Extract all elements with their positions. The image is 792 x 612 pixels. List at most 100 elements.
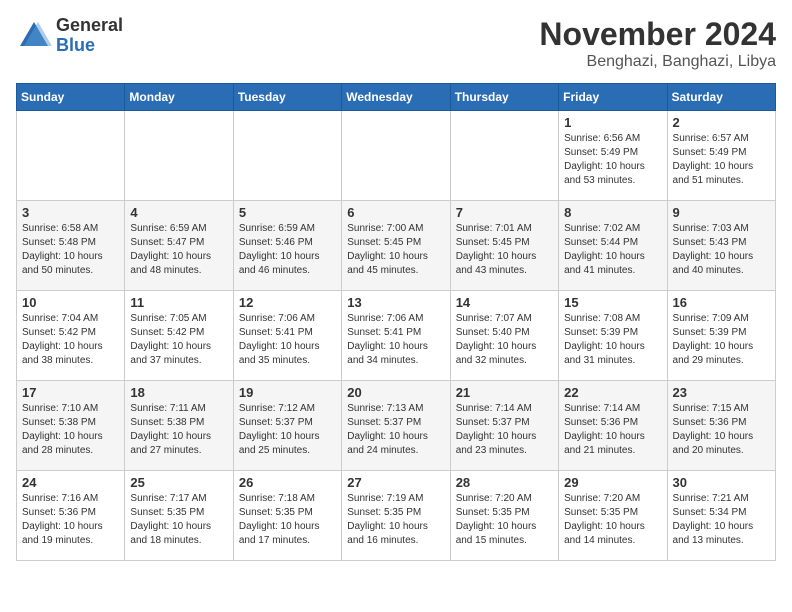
day-info: Sunrise: 7:03 AM Sunset: 5:43 PM Dayligh… [673,222,770,278]
day-info: Sunrise: 7:01 AM Sunset: 5:45 PM Dayligh… [456,222,553,278]
calendar-header-tuesday: Tuesday [233,84,341,111]
title-block: November 2024 Benghazi, Banghazi, Libya [539,16,776,71]
calendar-cell: 29Sunrise: 7:20 AM Sunset: 5:35 PM Dayli… [559,471,667,561]
day-info: Sunrise: 7:10 AM Sunset: 5:38 PM Dayligh… [22,402,119,458]
day-number: 12 [239,295,336,310]
day-number: 3 [22,205,119,220]
day-info: Sunrise: 6:59 AM Sunset: 5:47 PM Dayligh… [130,222,227,278]
calendar-cell: 24Sunrise: 7:16 AM Sunset: 5:36 PM Dayli… [17,471,125,561]
calendar-week-row: 1Sunrise: 6:56 AM Sunset: 5:49 PM Daylig… [17,111,776,201]
day-info: Sunrise: 7:00 AM Sunset: 5:45 PM Dayligh… [347,222,444,278]
calendar-cell: 21 Sunrise: 7:14 AM Sunset: 5:37 PM Dayli… [450,381,558,471]
day-number: 5 [239,205,336,220]
calendar-cell: 30 Sunrise: 7:21 AM Sunset: 5:34 PM Dayli… [667,471,775,561]
day-info: Sunrise: 7:20 AM Sunset: 5:35 PM Dayligh… [456,492,553,548]
calendar-cell: 2 Sunrise: 6:57 AM Sunset: 5:49 PM Daylig… [667,111,775,201]
day-info: Sunrise: 7:12 AM Sunset: 5:37 PM Dayligh… [239,402,336,458]
calendar-cell: 19 Sunrise: 7:12 AM Sunset: 5:37 PM Dayli… [233,381,341,471]
day-number: 4 [130,205,227,220]
calendar-cell: 13Sunrise: 7:06 AM Sunset: 5:41 PM Dayli… [342,291,450,381]
logo: General Blue [16,16,123,56]
calendar-header-wednesday: Wednesday [342,84,450,111]
day-info: Sunrise: 7:15 AM Sunset: 5:36 PM Dayligh… [673,402,770,458]
day-info: Sunrise: 6:58 AM Sunset: 5:48 PM Dayligh… [22,222,119,278]
day-number: 29 [564,475,661,490]
calendar-cell: 10 Sunrise: 7:04 AM Sunset: 5:42 PM Dayli… [17,291,125,381]
calendar-cell: 5 Sunrise: 6:59 AM Sunset: 5:46 PM Daylig… [233,201,341,291]
day-info: Sunrise: 7:13 AM Sunset: 5:37 PM Dayligh… [347,402,444,458]
day-number: 13 [347,295,444,310]
month-title: November 2024 [539,16,776,53]
calendar-cell [233,111,341,201]
calendar-cell: 22Sunrise: 7:14 AM Sunset: 5:36 PM Dayli… [559,381,667,471]
calendar-cell: 27 Sunrise: 7:19 AM Sunset: 5:35 PM Dayli… [342,471,450,561]
day-info: Sunrise: 7:09 AM Sunset: 5:39 PM Dayligh… [673,312,770,368]
calendar-cell [450,111,558,201]
day-number: 2 [673,115,770,130]
logo-icon [16,18,52,54]
day-number: 21 [456,385,553,400]
calendar-cell: 23Sunrise: 7:15 AM Sunset: 5:36 PM Dayli… [667,381,775,471]
calendar-week-row: 24Sunrise: 7:16 AM Sunset: 5:36 PM Dayli… [17,471,776,561]
logo-text: General Blue [56,16,123,56]
calendar-week-row: 3 Sunrise: 6:58 AM Sunset: 5:48 PM Daylig… [17,201,776,291]
calendar-cell: 25 Sunrise: 7:17 AM Sunset: 5:35 PM Dayli… [125,471,233,561]
location: Benghazi, Banghazi, Libya [539,53,776,71]
day-number: 24 [22,475,119,490]
day-number: 17 [22,385,119,400]
day-number: 27 [347,475,444,490]
day-info: Sunrise: 6:59 AM Sunset: 5:46 PM Dayligh… [239,222,336,278]
logo-blue: Blue [56,35,95,55]
calendar-cell [125,111,233,201]
calendar-cell [342,111,450,201]
day-info: Sunrise: 7:19 AM Sunset: 5:35 PM Dayligh… [347,492,444,548]
calendar-header-saturday: Saturday [667,84,775,111]
day-info: Sunrise: 7:14 AM Sunset: 5:37 PM Dayligh… [456,402,553,458]
day-info: Sunrise: 7:05 AM Sunset: 5:42 PM Dayligh… [130,312,227,368]
day-number: 20 [347,385,444,400]
day-info: Sunrise: 7:17 AM Sunset: 5:35 PM Dayligh… [130,492,227,548]
day-info: Sunrise: 6:57 AM Sunset: 5:49 PM Dayligh… [673,132,770,188]
calendar-cell: 8 Sunrise: 7:02 AM Sunset: 5:44 PM Daylig… [559,201,667,291]
day-info: Sunrise: 7:02 AM Sunset: 5:44 PM Dayligh… [564,222,661,278]
calendar-cell: 28 Sunrise: 7:20 AM Sunset: 5:35 PM Dayli… [450,471,558,561]
day-number: 22 [564,385,661,400]
day-number: 7 [456,205,553,220]
day-number: 30 [673,475,770,490]
day-number: 11 [130,295,227,310]
calendar-cell [17,111,125,201]
calendar-cell: 14Sunrise: 7:07 AM Sunset: 5:40 PM Dayli… [450,291,558,381]
day-number: 26 [239,475,336,490]
day-info: Sunrise: 7:18 AM Sunset: 5:35 PM Dayligh… [239,492,336,548]
calendar-cell: 26 Sunrise: 7:18 AM Sunset: 5:35 PM Dayli… [233,471,341,561]
calendar-cell: 16Sunrise: 7:09 AM Sunset: 5:39 PM Dayli… [667,291,775,381]
day-number: 6 [347,205,444,220]
day-number: 25 [130,475,227,490]
day-info: Sunrise: 7:04 AM Sunset: 5:42 PM Dayligh… [22,312,119,368]
day-info: Sunrise: 7:21 AM Sunset: 5:34 PM Dayligh… [673,492,770,548]
day-info: Sunrise: 7:06 AM Sunset: 5:41 PM Dayligh… [239,312,336,368]
calendar-header-thursday: Thursday [450,84,558,111]
calendar-cell: 18Sunrise: 7:11 AM Sunset: 5:38 PM Dayli… [125,381,233,471]
logo-general: General [56,15,123,35]
day-info: Sunrise: 7:11 AM Sunset: 5:38 PM Dayligh… [130,402,227,458]
calendar-week-row: 17 Sunrise: 7:10 AM Sunset: 5:38 PM Dayli… [17,381,776,471]
day-info: Sunrise: 7:07 AM Sunset: 5:40 PM Dayligh… [456,312,553,368]
calendar-cell: 15Sunrise: 7:08 AM Sunset: 5:39 PM Dayli… [559,291,667,381]
calendar-header-sunday: Sunday [17,84,125,111]
day-number: 9 [673,205,770,220]
calendar-cell: 9 Sunrise: 7:03 AM Sunset: 5:43 PM Daylig… [667,201,775,291]
calendar-cell: 1Sunrise: 6:56 AM Sunset: 5:49 PM Daylig… [559,111,667,201]
calendar-cell: 17 Sunrise: 7:10 AM Sunset: 5:38 PM Dayli… [17,381,125,471]
calendar-cell: 11 Sunrise: 7:05 AM Sunset: 5:42 PM Dayli… [125,291,233,381]
page-header: General Blue November 2024 Benghazi, Ban… [16,16,776,71]
calendar-cell: 12 Sunrise: 7:06 AM Sunset: 5:41 PM Dayli… [233,291,341,381]
calendar-cell: 4 Sunrise: 6:59 AM Sunset: 5:47 PM Daylig… [125,201,233,291]
calendar-header-friday: Friday [559,84,667,111]
day-number: 19 [239,385,336,400]
day-number: 10 [22,295,119,310]
calendar-cell: 20 Sunrise: 7:13 AM Sunset: 5:37 PM Dayli… [342,381,450,471]
day-number: 8 [564,205,661,220]
calendar-cell: 3 Sunrise: 6:58 AM Sunset: 5:48 PM Daylig… [17,201,125,291]
day-number: 28 [456,475,553,490]
